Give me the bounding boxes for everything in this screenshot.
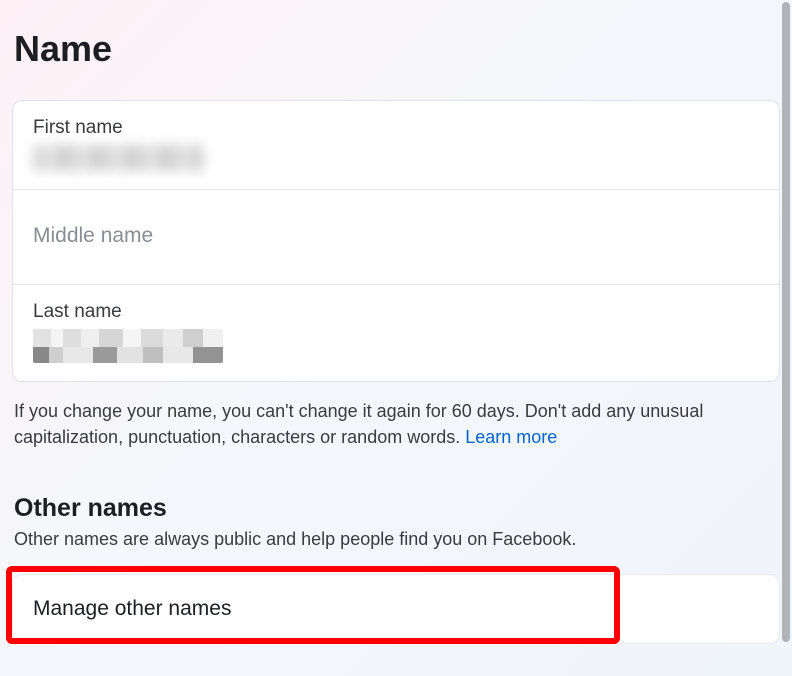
info-text-body: If you change your name, you can't chang… — [14, 401, 703, 447]
last-name-field[interactable]: Last name — [13, 285, 779, 381]
learn-more-link[interactable]: Learn more — [465, 427, 557, 447]
manage-other-names-label: Manage other names — [33, 597, 231, 620]
middle-name-label: Middle name — [33, 210, 759, 262]
other-names-title: Other names — [14, 494, 780, 523]
page-title: Name — [14, 28, 780, 70]
manage-other-names-button[interactable]: Manage other names — [12, 574, 780, 644]
middle-name-field[interactable]: Middle name — [13, 190, 779, 285]
first-name-label: First name — [33, 117, 759, 139]
scrollbar[interactable] — [782, 2, 790, 642]
last-name-value — [33, 329, 223, 363]
last-name-label: Last name — [33, 301, 759, 323]
name-change-info: If you change your name, you can't chang… — [12, 398, 780, 450]
first-name-value — [33, 145, 203, 171]
first-name-field[interactable]: First name — [13, 101, 779, 190]
name-form-card: First name Middle name Last name — [12, 100, 780, 382]
other-names-subtitle: Other names are always public and help p… — [14, 529, 780, 550]
